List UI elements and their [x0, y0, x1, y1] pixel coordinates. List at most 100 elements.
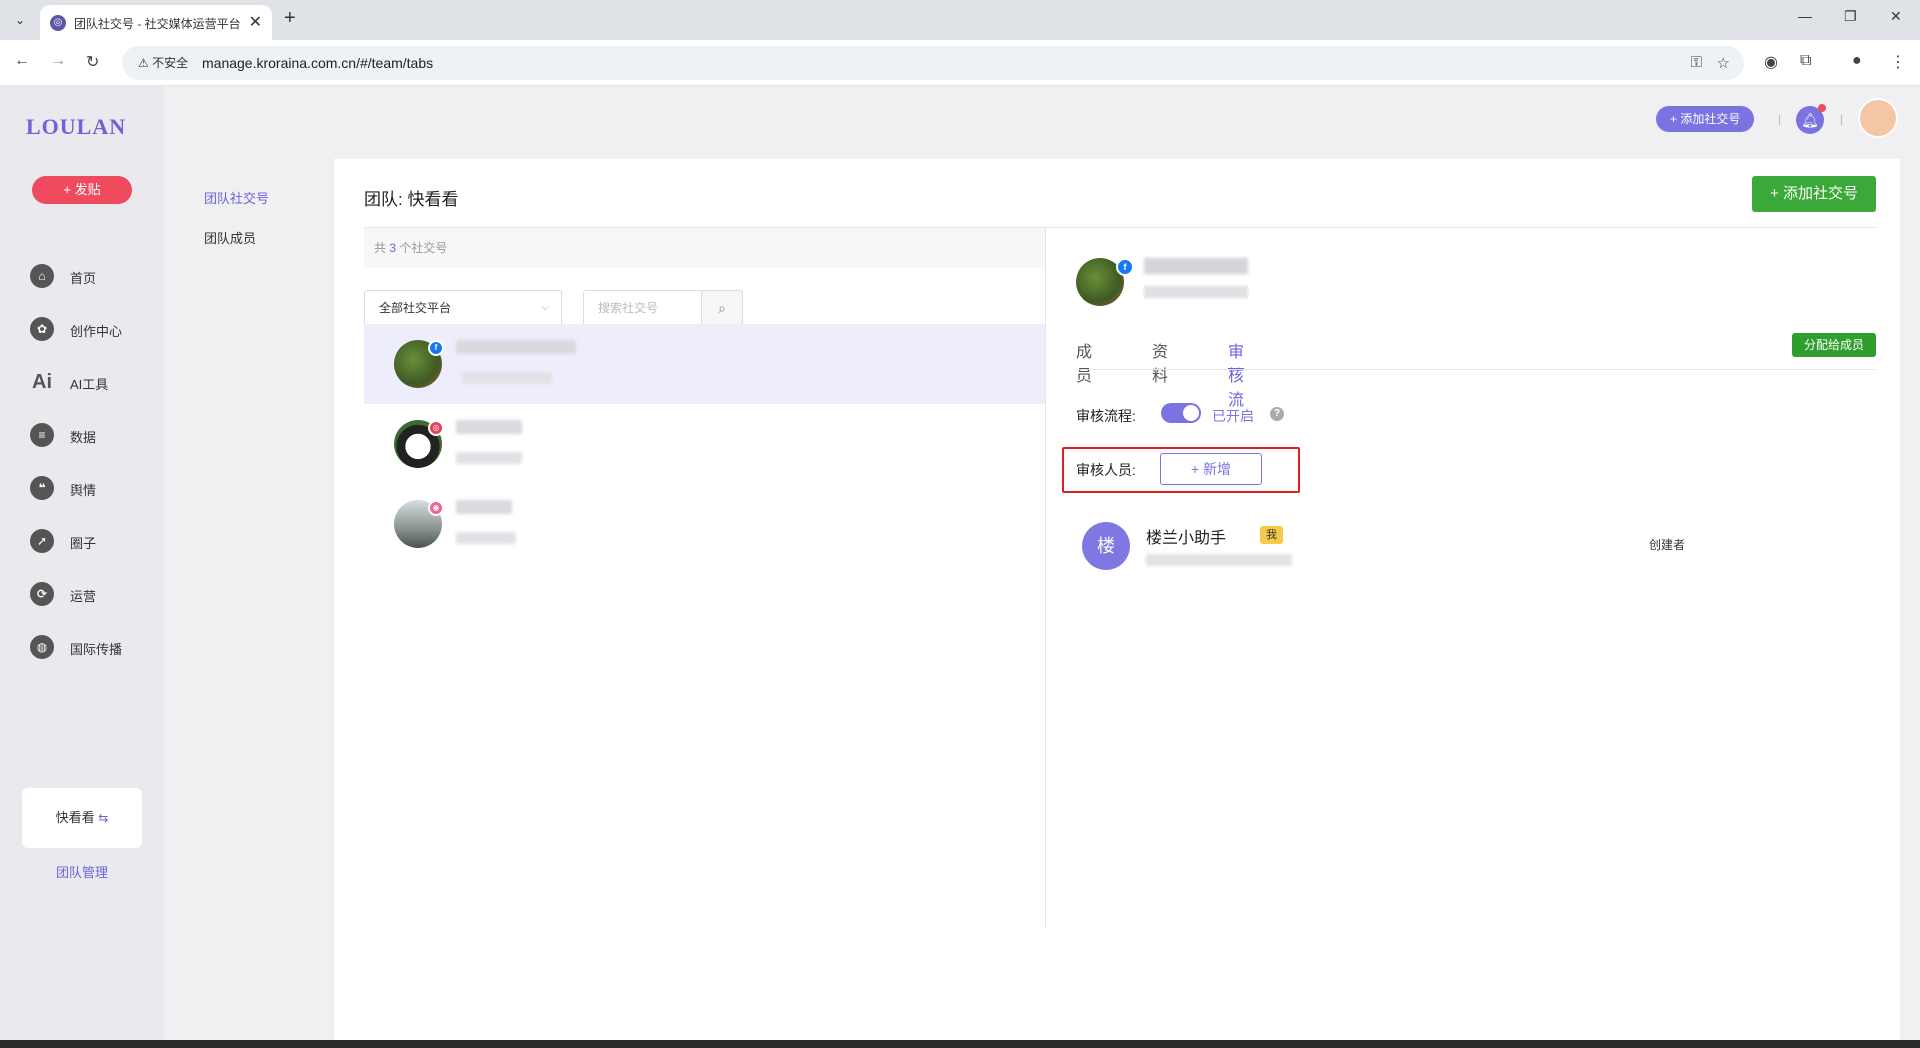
nav-label: 圈子	[70, 536, 97, 551]
review-flow-toggle[interactable]	[1161, 403, 1201, 423]
tab-profile[interactable]: 资料	[1152, 338, 1168, 385]
compass-icon: ➚	[30, 529, 54, 553]
notification-dot	[1818, 104, 1826, 112]
profile-icon[interactable]: ●	[1852, 52, 1862, 70]
account-name-blurred	[456, 420, 522, 434]
forward-icon[interactable]: →	[50, 52, 66, 70]
nav-label: 创作中心	[70, 324, 123, 339]
ai-icon: Ai	[32, 371, 52, 393]
separator: |	[1778, 112, 1782, 126]
nav-item-circle[interactable]: ➚ 圈子	[30, 527, 150, 555]
account-row[interactable]: ◎	[364, 404, 1045, 484]
browser-tabbar: ⌄ ◎ 团队社交号 - 社交媒体运营平台 ✕ + — ❐ ✕	[0, 0, 1920, 40]
url-text: manage.kroraina.com.cn/#/team/tabs	[202, 55, 434, 71]
account-detail: f 分配给成员 成员 资料 审核流 审核流程: 已开启 ? 审核人员: + 新增…	[1046, 228, 1876, 928]
account-row[interactable]: ◉	[364, 484, 1045, 564]
separator: |	[1840, 112, 1844, 126]
sub-nav-team-accounts[interactable]: 团队社交号	[204, 188, 269, 207]
key-icon[interactable]: ⚿	[1691, 54, 1702, 71]
nav-label: 舆情	[70, 483, 97, 498]
app-logo[interactable]: LOULAN	[26, 114, 126, 140]
member-email-blurred	[1146, 554, 1292, 566]
tab-review-flow[interactable]: 审核流	[1228, 338, 1245, 409]
add-reviewer-button[interactable]: + 新增	[1160, 453, 1262, 485]
address-bar[interactable]: ⚠ 不安全 manage.kroraina.com.cn/#/team/tabs…	[122, 46, 1744, 80]
account-name-blurred	[456, 340, 576, 354]
account-name-blurred	[456, 500, 512, 514]
browser-menu-icon[interactable]: ⋮	[1890, 52, 1906, 72]
me-badge: 我	[1260, 526, 1283, 544]
extension-icon[interactable]: ◉	[1764, 52, 1778, 72]
reload-icon[interactable]: ↻	[86, 52, 99, 72]
window-close-icon[interactable]: ✕	[1890, 8, 1902, 25]
tab-title: 团队社交号 - 社交媒体运营平台	[74, 17, 241, 31]
nav-item-operation[interactable]: ⟳ 运营	[30, 580, 150, 608]
tab-search-icon[interactable]: ⌄	[8, 8, 32, 32]
team-name: 快看看	[55, 810, 95, 825]
new-tab-icon[interactable]: +	[284, 7, 296, 30]
count-number: 3	[389, 241, 397, 255]
member-role: 创建者	[1649, 538, 1686, 552]
os-taskbar	[0, 1040, 1920, 1048]
account-id-blurred	[456, 532, 516, 544]
page-title: 团队: 快看看	[364, 190, 459, 209]
help-icon[interactable]: ?	[1270, 407, 1284, 421]
restore-icon[interactable]: ❐	[1844, 8, 1857, 25]
nav-item-sentiment[interactable]: ❝ 舆情	[30, 474, 150, 502]
account-list: 共 3 个社交号 全部社交平台 ⌵ ⌕ f ◎ ◉	[364, 228, 1045, 928]
browser-tab[interactable]: ◎ 团队社交号 - 社交媒体运营平台 ✕	[40, 5, 272, 40]
add-social-button[interactable]: + 添加社交号	[1752, 176, 1876, 212]
swap-icon: ⇆	[98, 811, 109, 825]
account-id-blurred	[462, 372, 552, 384]
operation-icon: ⟳	[30, 582, 54, 606]
detail-name-blurred	[1144, 258, 1248, 274]
bookmark-star-icon[interactable]: ☆	[1717, 54, 1730, 72]
tab-members[interactable]: 成员	[1076, 338, 1092, 385]
palette-icon: ✿	[30, 317, 54, 341]
member-avatar: 楼	[1082, 522, 1130, 570]
post-button[interactable]: + 发贴	[32, 176, 132, 204]
team-manage-link[interactable]: 团队管理	[22, 862, 142, 881]
tabs-divider	[1076, 369, 1876, 370]
main-panel: 团队: 快看看 + 添加社交号 共 3 个社交号 全部社交平台 ⌵ ⌕ f ◎	[334, 159, 1900, 1040]
assign-to-member-button[interactable]: 分配给成员	[1791, 333, 1876, 357]
nav-item-creation[interactable]: ✿ 创作中心	[30, 315, 150, 343]
puzzle-icon[interactable]: ⧉	[1800, 52, 1811, 70]
back-icon[interactable]: ←	[14, 52, 30, 70]
detail-id-blurred	[1144, 286, 1248, 298]
search-input[interactable]	[583, 290, 701, 326]
sub-sidebar: 团队社交号 团队成员	[164, 86, 334, 1040]
header-add-social-button[interactable]: + 添加社交号	[1656, 106, 1755, 132]
review-flow-label: 审核流程:	[1076, 408, 1136, 424]
search-icon[interactable]: ⌕	[701, 290, 743, 326]
nav-item-home[interactable]: ⌂ 首页	[30, 262, 150, 290]
nav-item-international[interactable]: ◍ 国际传播	[30, 633, 150, 661]
count-prefix: 共	[374, 241, 387, 255]
minimize-icon[interactable]: —	[1798, 8, 1812, 24]
sub-nav-team-members[interactable]: 团队成员	[204, 228, 256, 247]
facebook-icon: f	[1116, 258, 1134, 276]
member-name: 楼兰小助手	[1146, 530, 1227, 547]
account-row[interactable]: f	[364, 324, 1045, 404]
security-indicator[interactable]: ⚠ 不安全	[130, 51, 196, 75]
nav-label: 运营	[70, 589, 97, 604]
platform-select-value: 全部社交平台	[379, 301, 452, 315]
quote-icon: ❝	[30, 476, 54, 500]
database-icon: ≡	[30, 423, 54, 447]
facebook-icon: f	[428, 340, 444, 356]
close-tab-icon[interactable]: ✕	[249, 12, 262, 32]
user-avatar[interactable]	[1858, 98, 1898, 138]
team-switcher[interactable]: 快看看 ⇆	[22, 788, 142, 848]
nav-item-ai-tools[interactable]: Ai AI工具	[30, 368, 150, 396]
nav-item-data[interactable]: ≡ 数据	[30, 421, 150, 449]
platform-select[interactable]: 全部社交平台 ⌵	[364, 290, 562, 326]
social-platform-icon: ◉	[428, 500, 444, 516]
count-suffix: 个社交号	[399, 241, 448, 255]
account-id-blurred	[456, 452, 522, 464]
nav-label: 首页	[70, 271, 97, 286]
nav-label: AI工具	[70, 377, 109, 392]
instagram-icon: ◎	[428, 420, 444, 436]
nav-label: 数据	[70, 430, 97, 445]
toggle-knob	[1183, 405, 1199, 421]
browser-toolbar: ← → ↻ ⚠ 不安全 manage.kroraina.com.cn/#/tea…	[0, 40, 1920, 86]
